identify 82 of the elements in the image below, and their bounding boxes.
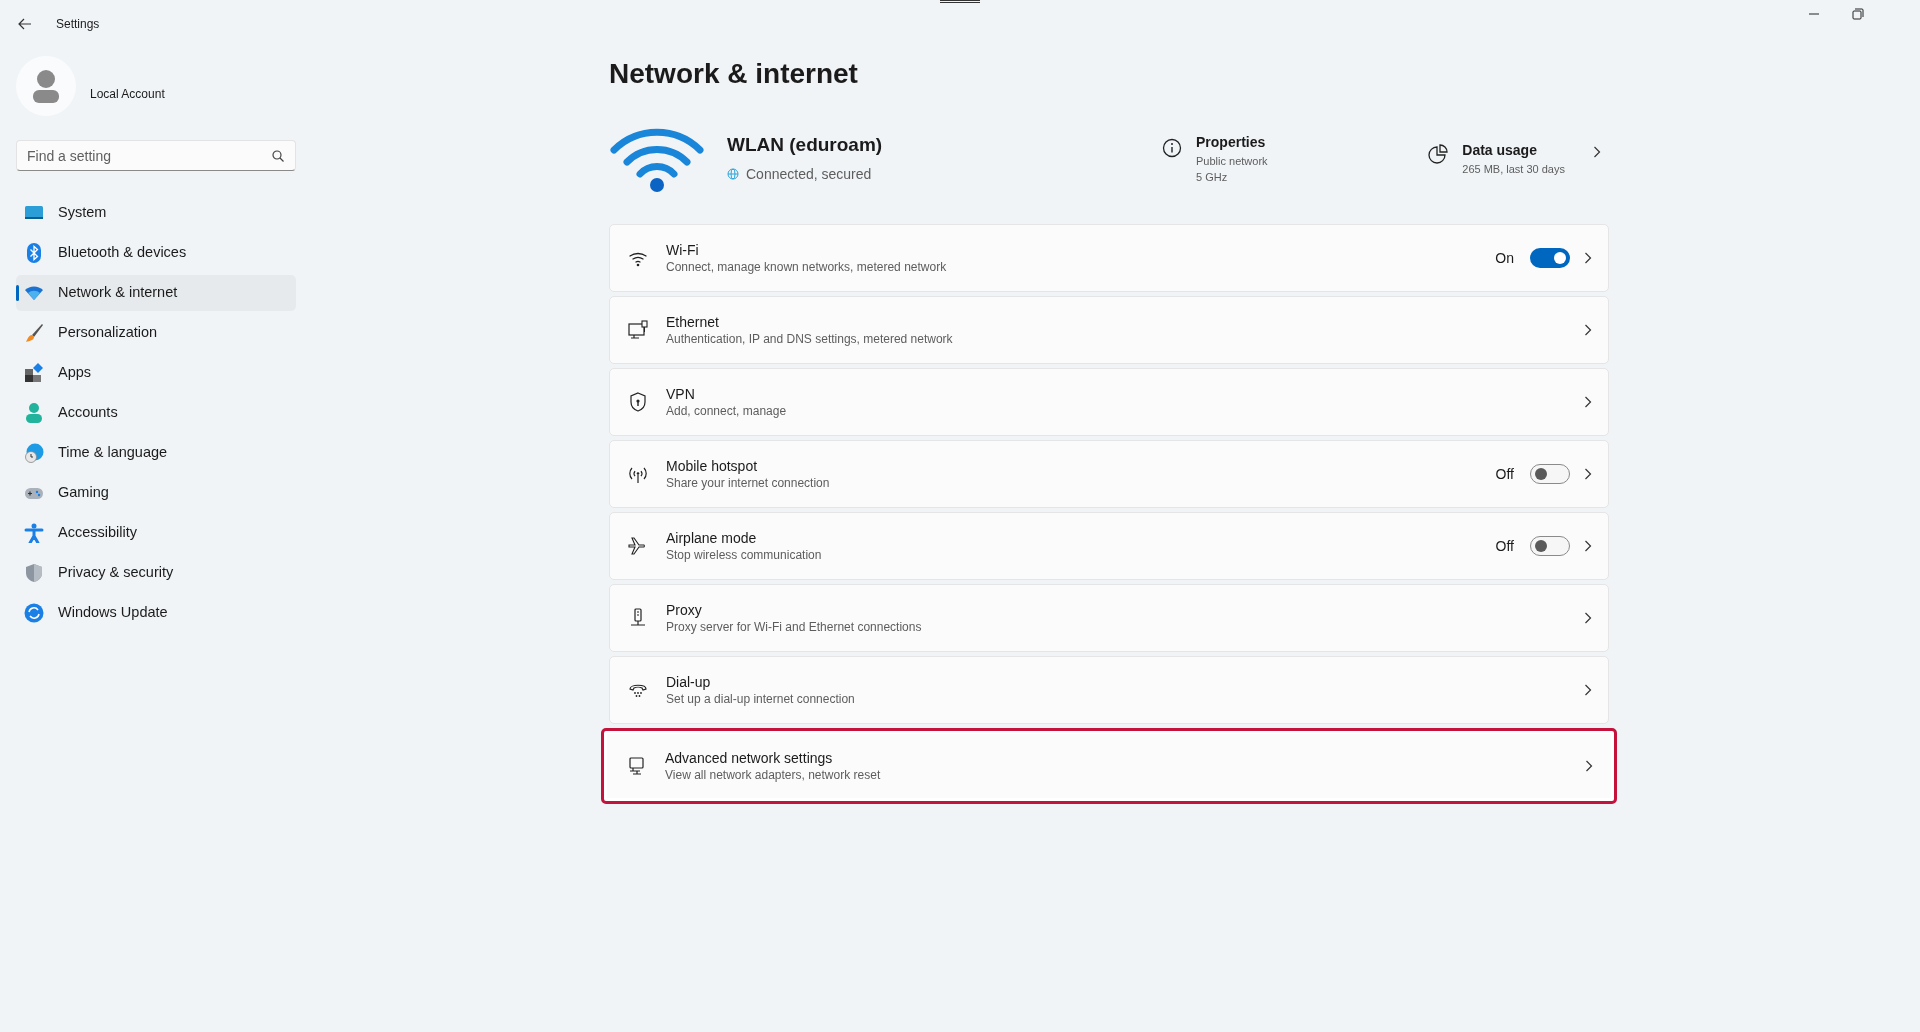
- sidebar-item-icon: [24, 563, 44, 583]
- sidebar-item[interactable]: Personalization: [16, 315, 296, 351]
- sidebar-item[interactable]: Time & language: [16, 435, 296, 471]
- chevron-right-icon: [1584, 684, 1592, 696]
- setting-description: Share your internet connection: [666, 475, 830, 491]
- setting-icon: [627, 756, 647, 776]
- properties-detail: 5 GHz: [1196, 169, 1229, 185]
- toggle-switch[interactable]: [1530, 248, 1570, 268]
- settings-row[interactable]: Wi-Fi Connect, manage known networks, metered network On: [609, 224, 1609, 292]
- setting-title: Advanced network settings: [665, 749, 834, 767]
- network-name: WLAN (eduroam): [727, 133, 884, 158]
- setting-title: Wi-Fi: [666, 241, 700, 259]
- settings-row[interactable]: Proxy Proxy server for Wi-Fi and Ethernet connections: [609, 584, 1609, 652]
- restore-icon[interactable]: [1852, 8, 1864, 20]
- data-usage-detail: 265 MB, last 30 days: [1462, 161, 1565, 177]
- sidebar-item[interactable]: Accessibility: [16, 515, 296, 551]
- sidebar-item-icon: [24, 603, 44, 623]
- properties-detail: Public network: [1196, 153, 1268, 169]
- setting-icon: [628, 392, 648, 412]
- setting-title: Proxy: [666, 601, 703, 619]
- search-icon: [272, 150, 284, 162]
- setting-title: Mobile hotspot: [666, 457, 759, 475]
- page-title: Network & internet: [609, 57, 859, 91]
- settings-row[interactable]: Airplane mode Stop wireless communication Off: [609, 512, 1609, 580]
- settings-row[interactable]: Mobile hotspot Share your internet connection Off: [609, 440, 1609, 508]
- settings-row[interactable]: Dial-up Set up a dial-up internet connection: [609, 656, 1609, 724]
- sidebar-item[interactable]: Network & internet: [16, 275, 296, 311]
- toggle-switch[interactable]: [1530, 536, 1570, 556]
- properties-title[interactable]: Properties: [1196, 131, 1268, 153]
- chevron-right-icon: [1584, 612, 1592, 624]
- sidebar-item[interactable]: Privacy & security: [16, 555, 296, 591]
- sidebar-item-icon: [24, 523, 44, 543]
- toggle-switch[interactable]: [1530, 464, 1570, 484]
- toggle-state-label: Off: [1495, 464, 1514, 484]
- setting-title: Ethernet: [666, 313, 720, 331]
- setting-description: Connect, manage known networks, metered network: [666, 259, 947, 275]
- sidebar-item-icon: [24, 363, 44, 383]
- setting-description: Add, connect, manage: [666, 403, 787, 419]
- globe-icon: [727, 168, 739, 181]
- setting-description: Proxy server for Wi-Fi and Ethernet connections: [666, 619, 922, 635]
- settings-row[interactable]: VPN Add, connect, manage: [609, 368, 1609, 436]
- sidebar-item-icon: [24, 243, 44, 263]
- setting-title: VPN: [666, 385, 696, 403]
- toggle-state-label: Off: [1495, 536, 1514, 556]
- chevron-right-icon: [1585, 760, 1593, 772]
- settings-row[interactable]: Ethernet Authentication, IP and DNS settings, metered network: [609, 296, 1609, 364]
- setting-title: Dial-up: [666, 673, 712, 691]
- setting-title: Airplane mode: [666, 529, 758, 547]
- sidebar-item[interactable]: Bluetooth & devices: [16, 235, 296, 271]
- setting-description: Authentication, IP and DNS settings, metered network: [666, 331, 953, 347]
- sidebar-item[interactable]: System: [16, 195, 296, 231]
- toggle-state-label: On: [1495, 248, 1514, 268]
- account-name: Local Account: [90, 86, 165, 103]
- chevron-right-icon: [1584, 324, 1592, 336]
- info-icon: [1162, 137, 1182, 158]
- chevron-right-icon[interactable]: [1593, 145, 1601, 158]
- setting-icon: [628, 608, 648, 628]
- chevron-right-icon: [1584, 396, 1592, 408]
- setting-description: Stop wireless communication: [666, 547, 822, 563]
- window-grab-handle[interactable]: [940, 0, 980, 3]
- pie-chart-icon: [1428, 143, 1449, 164]
- chevron-right-icon: [1584, 540, 1592, 552]
- sidebar-item-icon: [24, 403, 44, 423]
- sidebar-item-icon: [24, 443, 44, 463]
- sidebar-item[interactable]: Gaming: [16, 475, 296, 511]
- connection-status: Connected, secured: [746, 164, 872, 184]
- data-usage-title[interactable]: Data usage: [1462, 139, 1565, 161]
- setting-description: View all network adapters, network reset: [665, 767, 881, 783]
- sidebar-item[interactable]: Windows Update: [16, 595, 296, 631]
- window-title: Settings: [56, 16, 100, 33]
- settings-row[interactable]: Advanced network settings View all network adapters, network reset: [601, 728, 1617, 804]
- chevron-right-icon: [1584, 468, 1592, 480]
- setting-icon: [628, 320, 648, 340]
- setting-icon: [628, 536, 648, 556]
- sidebar-item[interactable]: Apps: [16, 355, 296, 391]
- search-field[interactable]: Find a setting: [16, 140, 296, 171]
- sidebar-item-icon: [24, 323, 44, 343]
- back-arrow-icon[interactable]: [18, 18, 32, 30]
- chevron-right-icon: [1584, 252, 1592, 264]
- sidebar-item[interactable]: Accounts: [16, 395, 296, 431]
- setting-description: Set up a dial-up internet connection: [666, 691, 855, 707]
- person-silhouette-icon: [32, 69, 60, 103]
